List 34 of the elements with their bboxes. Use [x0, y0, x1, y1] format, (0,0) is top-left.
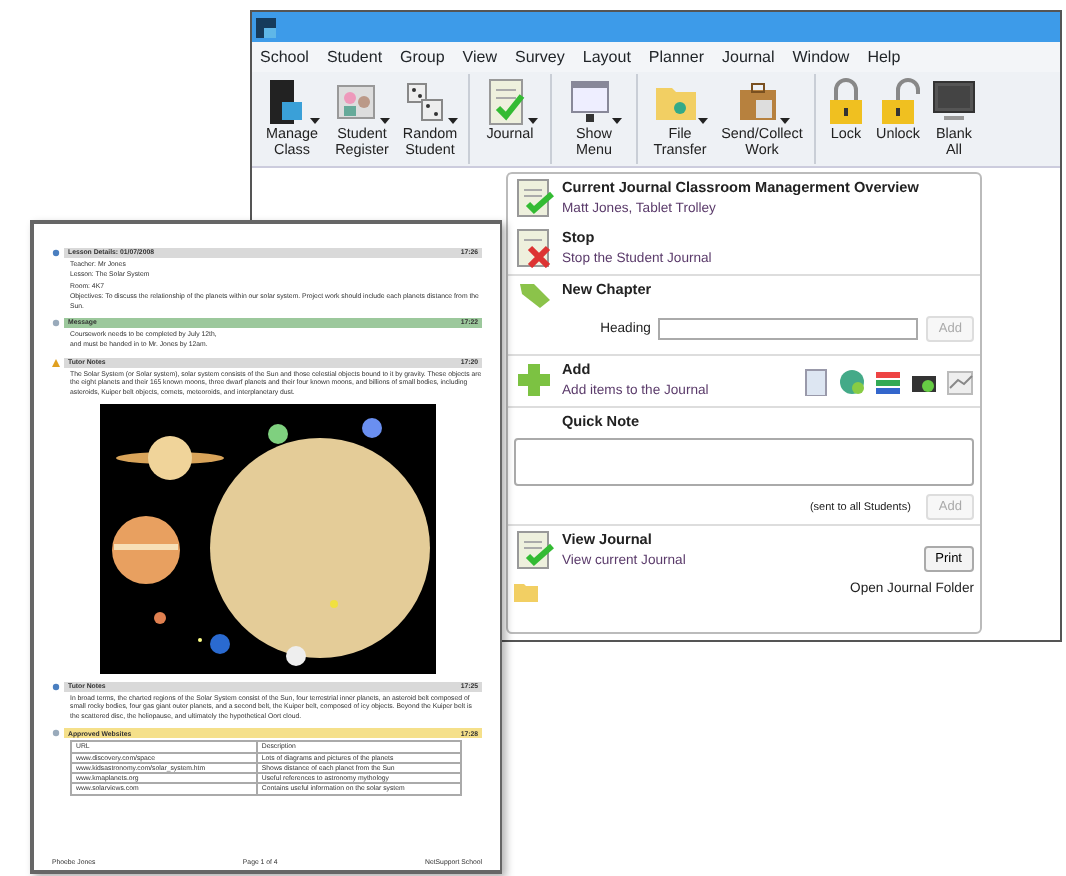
notebook-icon	[483, 78, 527, 126]
section-icon	[52, 728, 60, 739]
menu-item[interactable]: Survey	[514, 45, 565, 69]
padlock-icon	[824, 78, 868, 126]
notebook-icon	[514, 530, 554, 571]
section-icon	[52, 248, 60, 258]
note-field[interactable]	[514, 438, 974, 487]
blank-monitor-icon	[932, 78, 976, 126]
section-icon	[52, 682, 60, 693]
menu-item[interactable]: Planner	[648, 45, 704, 69]
stop-icon	[514, 228, 554, 269]
menu-item[interactable]: Journal	[722, 45, 775, 69]
menu-item[interactable]: Window	[792, 45, 850, 69]
stack-icon[interactable]	[874, 368, 902, 397]
screen-icon	[567, 78, 611, 126]
menu-item[interactable]: Layout	[582, 45, 631, 69]
menu-item[interactable]: Help	[867, 45, 901, 69]
app-icon	[256, 17, 276, 37]
heading-field[interactable]	[658, 318, 919, 341]
menu-item[interactable]: School	[260, 45, 309, 69]
notebook-icon	[514, 178, 554, 218]
briefcase-icon	[735, 78, 779, 126]
open-padlock-icon	[876, 78, 920, 126]
section-icon	[52, 357, 60, 368]
section-icon	[52, 318, 60, 329]
folder-icon	[514, 581, 538, 602]
dice-icon	[403, 78, 447, 126]
menu-item[interactable]: View	[462, 45, 497, 69]
menu-item[interactable]: Student	[326, 45, 383, 69]
document-icon[interactable]	[802, 368, 830, 397]
plus-icon	[514, 360, 554, 401]
menu-item[interactable]: Group	[400, 45, 445, 69]
globe-icon[interactable]	[838, 368, 866, 397]
tag-icon	[514, 280, 554, 309]
